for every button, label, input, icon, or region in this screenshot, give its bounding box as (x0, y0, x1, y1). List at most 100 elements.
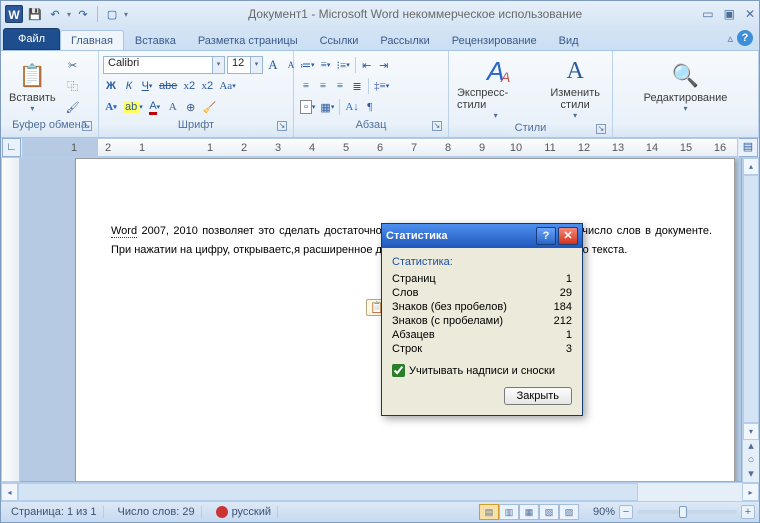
paste-dropdown-icon[interactable]: ▾ (30, 104, 34, 113)
font-color-icon[interactable]: A▾ (147, 98, 163, 116)
paste-button[interactable]: 📋 Вставить ▾ (5, 58, 60, 115)
zoom-out-button[interactable]: − (619, 505, 633, 519)
text-effects-icon[interactable]: A▾ (103, 98, 119, 116)
align-center-icon[interactable]: ≡ (315, 77, 331, 95)
decrease-indent-icon[interactable]: ⇤ (359, 56, 375, 74)
help-icon[interactable]: ? (737, 30, 753, 46)
view-web[interactable]: ▦ (519, 504, 539, 520)
chevron-down-icon[interactable]: ▾ (212, 57, 224, 73)
shading-icon[interactable]: ▫▾ (298, 98, 317, 116)
multilevel-list-icon[interactable]: ⁝≡▾ (335, 56, 352, 74)
clear-formatting-icon[interactable]: 🧹 (201, 98, 219, 116)
font-size-combo[interactable]: 12▾ (227, 56, 263, 74)
view-outline[interactable]: ▧ (539, 504, 559, 520)
quick-styles-button[interactable]: AA Экспресс-стили ▾ (453, 53, 538, 122)
ribbon-tab-6[interactable]: Вид (548, 30, 590, 50)
include-footnotes-checkbox[interactable]: Учитывать надписи и сноски (392, 364, 572, 377)
close-window-button[interactable]: ✕ (745, 7, 755, 21)
status-page[interactable]: Страница: 1 из 1 (5, 506, 104, 518)
strikethrough-button[interactable]: abe (157, 77, 179, 95)
grow-font-icon[interactable]: A (265, 56, 281, 74)
minimize-ribbon-icon[interactable]: ▵ (727, 32, 733, 45)
format-painter-icon[interactable]: 🖌 (64, 98, 82, 116)
browse-object-button[interactable]: ○ (743, 454, 759, 468)
change-styles-button[interactable]: A Изменить стили ▾ (542, 53, 608, 122)
dialog-close-action-button[interactable]: Закрыть (504, 387, 572, 405)
ribbon-tab-2[interactable]: Разметка страницы (187, 30, 309, 50)
editing-button[interactable]: 🔍 Редактирование ▾ (640, 58, 732, 115)
undo-icon[interactable]: ↶ (47, 6, 63, 22)
scroll-thumb[interactable] (743, 175, 759, 423)
horizontal-scrollbar[interactable]: ◂ ▸ (1, 482, 759, 502)
styles-dialog-launcher[interactable]: ↘ (596, 124, 606, 134)
dialog-close-button[interactable]: ✕ (558, 227, 578, 245)
borders-icon[interactable]: ▦▾ (318, 98, 336, 116)
bold-button[interactable]: Ж (103, 77, 119, 95)
superscript-button[interactable]: x2 (199, 77, 215, 95)
tab-selector[interactable]: ∟ (2, 138, 21, 157)
bullets-icon[interactable]: ≔▾ (298, 56, 317, 74)
align-right-icon[interactable]: ≡ (332, 77, 348, 95)
scroll-up-button[interactable]: ▴ (743, 158, 759, 175)
zoom-slider-knob[interactable] (679, 506, 687, 518)
align-left-icon[interactable]: ≡ (298, 77, 314, 95)
zoom-slider[interactable] (637, 510, 737, 514)
vertical-scrollbar[interactable]: ▴ ▾ ▴ ○ ▾ (742, 158, 759, 482)
change-case-icon[interactable]: Aa▾ (217, 77, 237, 95)
italic-button[interactable]: К (121, 77, 137, 95)
zoom-in-button[interactable]: + (741, 505, 755, 519)
vertical-ruler[interactable] (1, 158, 20, 482)
next-page-button[interactable]: ▾ (743, 468, 759, 482)
new-doc-icon[interactable]: ▢ (104, 6, 120, 22)
undo-dropdown[interactable]: ▾ (67, 10, 71, 19)
prev-page-button[interactable]: ▴ (743, 440, 759, 454)
numbering-icon[interactable]: ≡▾ (318, 56, 334, 74)
underline-button[interactable]: Ч▾ (139, 77, 155, 95)
chevron-down-icon[interactable]: ▾ (494, 111, 498, 120)
view-full-screen[interactable]: ▥ (499, 504, 519, 520)
scroll-left-button[interactable]: ◂ (1, 483, 18, 501)
paragraph-dialog-launcher[interactable]: ↘ (432, 121, 442, 131)
save-icon[interactable]: 💾 (27, 6, 43, 22)
minimize-button[interactable]: ▭ (702, 7, 713, 21)
horizontal-ruler[interactable]: 12112345678910111213141516 (22, 138, 738, 157)
ribbon-tab-0[interactable]: Главная (60, 30, 124, 50)
enclose-characters-icon[interactable]: ⊕ (183, 98, 199, 116)
ribbon-tab-3[interactable]: Ссылки (309, 30, 370, 50)
maximize-button[interactable]: ▣ (724, 7, 735, 21)
chevron-down-icon[interactable]: ▾ (683, 104, 687, 113)
subscript-button[interactable]: x2 (181, 77, 197, 95)
dialog-title-bar[interactable]: Статистика ? ✕ (382, 224, 582, 248)
hscroll-thumb[interactable] (18, 483, 638, 501)
chevron-down-icon[interactable]: ▾ (573, 111, 577, 120)
highlight-icon[interactable]: ab▾ (121, 98, 145, 116)
zoom-level[interactable]: 90% (593, 506, 615, 518)
scroll-down-button[interactable]: ▾ (743, 423, 759, 440)
sort-icon[interactable]: A↓ (343, 98, 360, 116)
font-dialog-launcher[interactable]: ↘ (277, 121, 287, 131)
ruler-toggle[interactable]: ▤ (739, 138, 758, 157)
character-shading-icon[interactable]: A (165, 98, 181, 116)
scroll-right-button[interactable]: ▸ (742, 483, 759, 501)
chevron-down-icon[interactable]: ▾ (250, 57, 262, 73)
dialog-help-button[interactable]: ? (536, 227, 556, 245)
status-language[interactable]: русский (210, 506, 278, 518)
justify-icon[interactable]: ≣ (349, 77, 365, 95)
view-draft[interactable]: ▨ (559, 504, 579, 520)
clipboard-dialog-launcher[interactable]: ↘ (82, 121, 92, 131)
view-print-layout[interactable]: ▤ (479, 504, 499, 520)
ribbon-tab-4[interactable]: Рассылки (369, 30, 440, 50)
line-spacing-icon[interactable]: ‡≡▾ (372, 77, 391, 95)
cut-icon[interactable]: ✂ (64, 56, 82, 74)
checkbox-input[interactable] (392, 364, 405, 377)
status-word-count[interactable]: Число слов: 29 (112, 506, 202, 518)
show-marks-icon[interactable]: ¶ (362, 98, 378, 116)
ribbon-tab-1[interactable]: Вставка (124, 30, 187, 50)
file-tab[interactable]: Файл (3, 28, 60, 50)
ribbon-tab-5[interactable]: Рецензирование (441, 30, 548, 50)
increase-indent-icon[interactable]: ⇥ (376, 56, 392, 74)
font-family-combo[interactable]: Calibri▾ (103, 56, 225, 74)
copy-icon[interactable]: ⿻ (64, 77, 82, 95)
spellcheck-underline[interactable]: Word (111, 225, 137, 238)
redo-icon[interactable]: ↷ (75, 6, 91, 22)
